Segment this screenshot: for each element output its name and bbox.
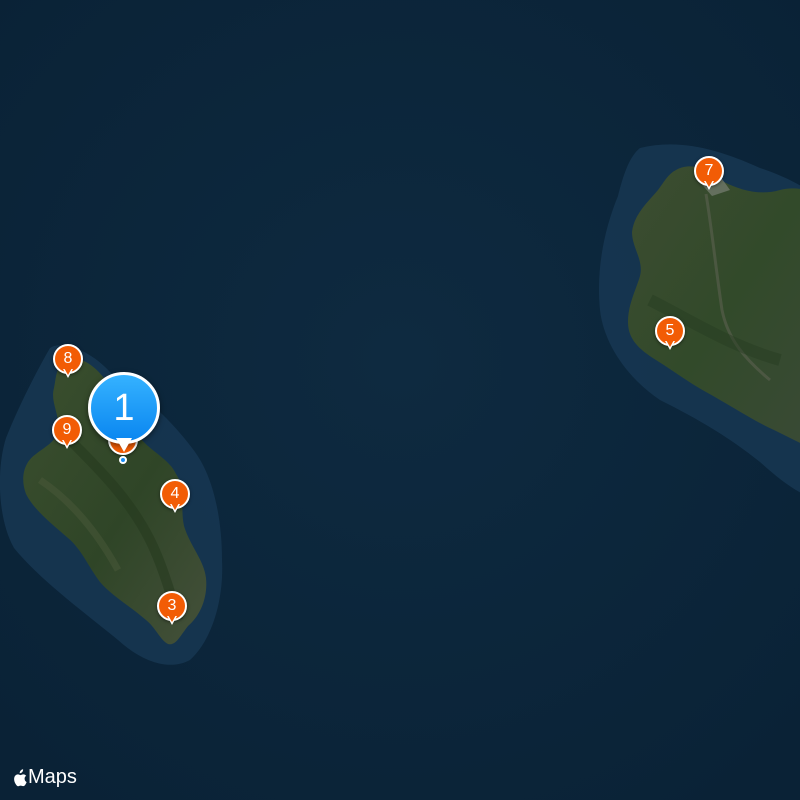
map-marker-7[interactable]: 7: [694, 156, 724, 196]
marker-1-tip: [116, 438, 132, 452]
maps-attribution[interactable]: Maps: [12, 766, 77, 789]
map-marker-9[interactable]: 9: [52, 415, 82, 455]
map-marker-5[interactable]: 5: [655, 316, 685, 356]
map-view[interactable]: 8 9 4 3 5 7 1 Maps: [0, 0, 800, 800]
marker-9-tip-inner: [63, 439, 71, 446]
maps-attribution-text: Maps: [28, 766, 77, 788]
marker-5-tip-inner: [666, 340, 674, 347]
marker-7-tip-inner: [705, 180, 713, 187]
map-marker-8[interactable]: 8: [53, 344, 83, 384]
marker-1-location-dot: [119, 456, 127, 464]
map-marker-3[interactable]: 3: [157, 591, 187, 631]
apple-logo-icon: [14, 768, 27, 786]
map-marker-1-selected[interactable]: 1: [88, 372, 160, 464]
marker-1-label: 1: [88, 372, 160, 444]
marker-4-tip-inner: [171, 503, 179, 510]
marker-8-tip-inner: [64, 368, 72, 375]
marker-3-tip-inner: [168, 615, 176, 622]
map-marker-4[interactable]: 4: [160, 479, 190, 519]
